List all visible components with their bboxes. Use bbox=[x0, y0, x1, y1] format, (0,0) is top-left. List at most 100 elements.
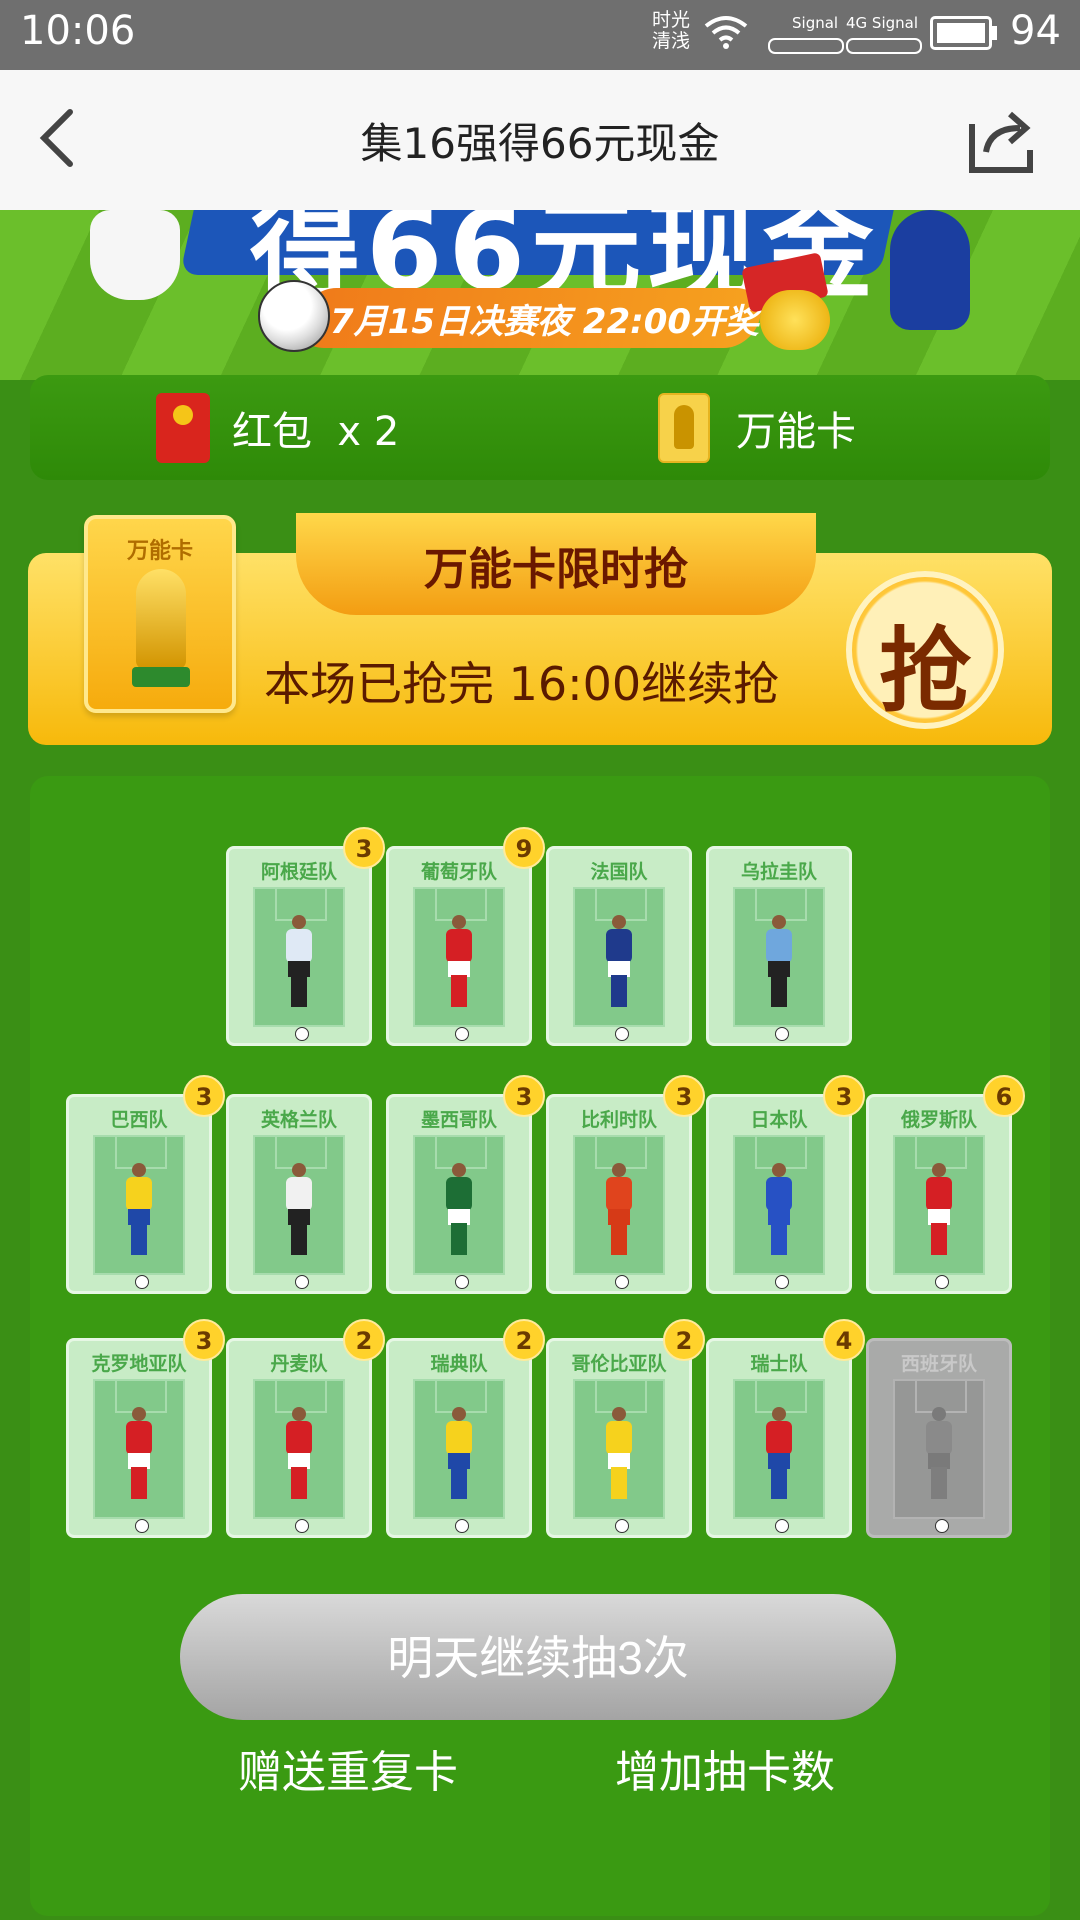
share-icon[interactable] bbox=[964, 100, 1044, 180]
resources-bar: 红包 x 2 万能卡 bbox=[30, 375, 1050, 480]
soccer-ball-icon bbox=[455, 1519, 469, 1533]
player-head bbox=[292, 1163, 306, 1177]
soccer-ball-icon bbox=[615, 1275, 629, 1289]
flash-sale-status: 本场已抢完 16:00继续抢 bbox=[264, 657, 780, 711]
gift-duplicate-link[interactable]: 赠送重复卡 bbox=[238, 1736, 458, 1800]
nav-bar: 集16强得66元现金 bbox=[0, 70, 1080, 211]
pitch-background bbox=[413, 1379, 505, 1533]
soccer-ball-icon bbox=[615, 1519, 629, 1533]
card-count-badge: 4 bbox=[823, 1319, 865, 1361]
pitch-background bbox=[253, 887, 345, 1041]
soccer-ball-icon bbox=[135, 1275, 149, 1289]
player-shirt bbox=[926, 1177, 952, 1211]
soccer-ball-icon bbox=[295, 1027, 309, 1041]
team-card[interactable]: 比利时队 3 bbox=[546, 1075, 705, 1294]
player-head bbox=[772, 1407, 786, 1421]
player-figure bbox=[444, 1407, 474, 1499]
player-shirt bbox=[286, 1177, 312, 1211]
player-legs bbox=[611, 975, 627, 1007]
team-card[interactable]: 丹麦队 2 bbox=[226, 1319, 385, 1538]
soccer-ball-icon bbox=[775, 1027, 789, 1041]
player-shirt bbox=[606, 1177, 632, 1211]
draw-button-label: 明天继续抽3次 bbox=[387, 1632, 689, 1684]
grab-button[interactable]: 抢 bbox=[846, 571, 1004, 729]
player-head bbox=[452, 1407, 466, 1421]
player-head bbox=[772, 915, 786, 929]
player-figure bbox=[444, 1163, 474, 1255]
team-card[interactable]: 乌拉圭队 bbox=[706, 846, 852, 1046]
signal1-bars bbox=[768, 38, 844, 54]
team-card[interactable]: 西班牙队 bbox=[866, 1338, 1012, 1538]
pitch-background bbox=[253, 1379, 345, 1533]
player-legs bbox=[611, 1467, 627, 1499]
player-legs bbox=[451, 975, 467, 1007]
battery-level: 94 bbox=[1010, 8, 1061, 54]
team-card[interactable]: 葡萄牙队 9 bbox=[386, 827, 545, 1046]
team-name: 法国队 bbox=[590, 861, 648, 883]
player-shirt bbox=[606, 1421, 632, 1455]
red-packet-count: 红包 x 2 bbox=[232, 409, 400, 455]
team-card[interactable]: 日本队 3 bbox=[706, 1075, 865, 1294]
player-head bbox=[292, 1407, 306, 1421]
player-shirt bbox=[446, 1177, 472, 1211]
player-figure bbox=[604, 1163, 634, 1255]
card-count-badge: 2 bbox=[663, 1319, 705, 1361]
team-card[interactable]: 哥伦比亚队 2 bbox=[546, 1319, 705, 1538]
player-legs bbox=[771, 975, 787, 1007]
card-count-badge: 9 bbox=[503, 827, 545, 869]
add-draws-link[interactable]: 增加抽卡数 bbox=[615, 1736, 835, 1800]
soccer-ball-icon bbox=[455, 1027, 469, 1041]
battery-nub bbox=[992, 26, 997, 40]
pitch-background bbox=[93, 1379, 185, 1533]
pitch-background bbox=[573, 887, 665, 1041]
team-card[interactable]: 法国队 bbox=[546, 846, 692, 1046]
soccer-ball-icon bbox=[615, 1027, 629, 1041]
coins-icon bbox=[760, 290, 830, 350]
player-head bbox=[772, 1163, 786, 1177]
team-card[interactable]: 俄罗斯队 6 bbox=[866, 1075, 1025, 1294]
player-head bbox=[452, 1163, 466, 1177]
draw-date: 7月15日决赛夜 22:00开奖 bbox=[330, 302, 760, 342]
card-count-badge: 6 bbox=[983, 1075, 1025, 1117]
player-figure bbox=[764, 915, 794, 1007]
player-figure bbox=[604, 915, 634, 1007]
player-legs bbox=[131, 1467, 147, 1499]
soccer-ball-icon bbox=[295, 1519, 309, 1533]
soccer-ball-icon bbox=[775, 1275, 789, 1289]
carrier-name: 时光 清浅 bbox=[651, 9, 690, 52]
wild-card-image-label: 万能卡 bbox=[126, 539, 193, 564]
soccer-ball-icon bbox=[258, 280, 330, 352]
player-shirt bbox=[286, 1421, 312, 1455]
soccer-ball-icon bbox=[455, 1275, 469, 1289]
signal2-bars bbox=[846, 38, 922, 54]
player-shirt bbox=[766, 1421, 792, 1455]
card-count-badge: 2 bbox=[343, 1319, 385, 1361]
team-card[interactable]: 克罗地亚队 3 bbox=[66, 1319, 225, 1538]
wild-card-item[interactable]: 万能卡 bbox=[658, 393, 856, 463]
soccer-ball-icon bbox=[295, 1275, 309, 1289]
draw-button[interactable]: 明天继续抽3次 bbox=[180, 1594, 896, 1720]
player-figure bbox=[924, 1407, 954, 1499]
team-card[interactable]: 阿根廷队 3 bbox=[226, 827, 385, 1046]
flash-sale-title: 万能卡限时抢 bbox=[424, 544, 688, 595]
player-figure bbox=[764, 1407, 794, 1499]
team-card[interactable]: 瑞士队 4 bbox=[706, 1319, 865, 1538]
battery-icon bbox=[930, 16, 992, 50]
team-card-board: 阿根廷队 3 葡萄牙队 9 法国队 乌拉圭队巴西队 3 英格兰队 墨西哥队 3 比利时队 3 日本队 3 俄… bbox=[30, 776, 1050, 1916]
red-packet-item[interactable]: 红包 x 2 bbox=[156, 393, 399, 463]
team-name: 乌拉圭队 bbox=[740, 861, 817, 883]
player-legs bbox=[291, 1467, 307, 1499]
pitch-background bbox=[733, 1379, 825, 1533]
pitch-background bbox=[573, 1135, 665, 1289]
player-shirt bbox=[286, 929, 312, 963]
team-card[interactable]: 巴西队 3 bbox=[66, 1075, 225, 1294]
team-card[interactable]: 英格兰队 bbox=[226, 1094, 372, 1294]
player-head bbox=[452, 915, 466, 929]
player-head bbox=[932, 1407, 946, 1421]
trophy-icon bbox=[658, 393, 710, 463]
promo-banner: 得66元现金 7月15日决赛夜 22:00开奖 bbox=[0, 210, 1080, 380]
page-title: 集16强得66元现金 bbox=[360, 119, 720, 168]
player-figure bbox=[284, 1407, 314, 1499]
team-card[interactable]: 瑞典队 2 bbox=[386, 1319, 545, 1538]
team-card[interactable]: 墨西哥队 3 bbox=[386, 1075, 545, 1294]
